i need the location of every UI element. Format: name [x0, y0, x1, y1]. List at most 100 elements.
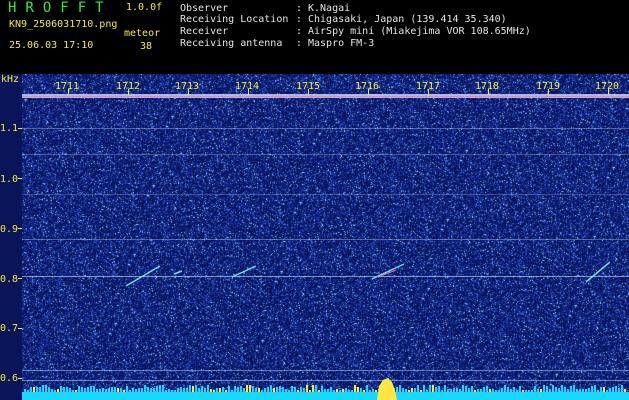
- signal-bar-spike: [315, 385, 317, 392]
- signal-bar-spike: [603, 387, 605, 392]
- y-tick-0-6: 0.6: [0, 373, 19, 384]
- receiver-value: AirSpy mini (Miakejima VOR 108.65MHz): [308, 26, 531, 37]
- signal-bar-spike: [33, 387, 35, 392]
- signal-bar-spike: [210, 389, 212, 392]
- horizontal-streak-6: [22, 380, 629, 381]
- signal-bar-spike: [342, 389, 344, 392]
- signal-bar-spike: [69, 388, 71, 392]
- signal-bar-spike: [114, 387, 116, 392]
- signal-bar-spike: [582, 389, 584, 392]
- signal-bar-spike: [609, 388, 611, 392]
- horizontal-streak-4: [22, 276, 629, 277]
- x-tick-1714: 1714: [235, 81, 260, 92]
- signal-bar-spike: [432, 385, 434, 392]
- y-tickmark-0: [18, 128, 22, 129]
- signal-bar-spike: [372, 389, 374, 392]
- signal-bar-spike: [402, 388, 404, 392]
- signal-bar-spike: [312, 385, 314, 392]
- timestamp-label: 25.06.03 17:10: [9, 40, 94, 51]
- signal-bar-spike: [363, 390, 365, 392]
- signal-bar-spike: [267, 387, 269, 392]
- x-tick-1719: 1719: [536, 81, 561, 92]
- signal-bar-spike: [516, 390, 518, 392]
- signal-bar-spike: [414, 388, 416, 392]
- signal-bar-spike: [351, 390, 353, 392]
- signal-bar-spike: [249, 385, 251, 392]
- signal-bar-spike: [90, 386, 92, 392]
- signal-bar-spike: [612, 387, 614, 392]
- signal-bar-spike: [462, 385, 464, 392]
- signal-bar-spike: [399, 385, 401, 392]
- signal-bar-spike: [561, 385, 563, 392]
- signal-bar-spike: [423, 385, 425, 392]
- signal-bar-spike: [606, 390, 608, 392]
- signal-bar-spike: [147, 387, 149, 392]
- signal-bar-spike: [360, 388, 362, 392]
- signal-bar-spike: [66, 387, 68, 392]
- signal-bar-spike: [57, 389, 59, 392]
- signal-bar-spike: [504, 385, 506, 392]
- signal-bar-spike: [474, 390, 476, 392]
- signal-bar-spike: [216, 388, 218, 392]
- signal-bar-spike: [396, 387, 398, 392]
- location-label: Receiving Location: [180, 14, 289, 25]
- signal-bar-spike: [303, 388, 305, 392]
- signal-bar-spike: [333, 390, 335, 392]
- signal-bar-spike: [588, 388, 590, 392]
- signal-bar-spike: [408, 390, 410, 392]
- signal-bar-spike: [369, 390, 371, 392]
- header-panel: HROFFT 1.0.0f KN9_2506031710.png meteor …: [0, 0, 629, 74]
- signal-bar-spike: [348, 390, 350, 392]
- signal-bar-spike: [300, 387, 302, 392]
- signal-bar-spike: [291, 386, 293, 392]
- signal-bar-spike: [597, 390, 599, 392]
- signal-bar-spike: [177, 388, 179, 392]
- signal-bar-spike: [552, 385, 554, 392]
- signal-bar-spike: [276, 387, 278, 392]
- signal-bar-spike: [141, 388, 143, 392]
- signal-bar-spike: [96, 389, 98, 392]
- signal-bar-spike: [189, 385, 191, 392]
- signal-bar-spike: [567, 389, 569, 392]
- signal-bar-spike: [447, 389, 449, 392]
- signal-bar-spike: [51, 389, 53, 392]
- signal-bar-spike: [183, 388, 185, 392]
- signal-bar-spike: [42, 385, 44, 392]
- signal-bar-spike: [426, 390, 428, 392]
- y-tickmark-2: [18, 228, 22, 229]
- signal-bar-spike: [573, 385, 575, 392]
- signal-bar-spike: [450, 389, 452, 392]
- signal-bar-spike: [153, 388, 155, 392]
- signal-bar-spike: [45, 385, 47, 392]
- signal-bar-spike: [108, 388, 110, 392]
- signal-bar-spike: [144, 385, 146, 392]
- signal-bar-spike: [510, 389, 512, 392]
- signal-bar-spike: [519, 386, 521, 392]
- signal-bar-spike: [288, 390, 290, 392]
- y-tick-1-1: 1.1: [0, 123, 19, 134]
- signal-bar-spike: [507, 387, 509, 392]
- signal-bar-spike: [375, 390, 377, 392]
- horizontal-streak-2: [22, 194, 629, 195]
- signal-bar-spike: [171, 390, 173, 392]
- signal-bar-spike: [186, 388, 188, 392]
- signal-bar-spike: [84, 388, 86, 392]
- signal-bar-spike: [270, 385, 272, 392]
- signal-bar-spike: [357, 387, 359, 392]
- signal-bar-spike: [564, 387, 566, 392]
- app-logo: HROFFT: [8, 0, 113, 16]
- receiver-colon: :: [296, 26, 303, 37]
- signal-bar-spike: [60, 386, 62, 392]
- signal-bar-spike: [330, 387, 332, 392]
- signal-bar-spike: [321, 386, 323, 392]
- signal-bar-spike: [570, 386, 572, 392]
- signal-bar-spike: [162, 385, 164, 392]
- signal-bar-spike: [618, 388, 620, 392]
- signal-bar-spike: [111, 387, 113, 392]
- x-tick-1715: 1715: [296, 81, 321, 92]
- signal-bar-spike: [261, 390, 263, 392]
- signal-bar-spike: [36, 387, 38, 392]
- y-tickmark-3: [18, 278, 22, 279]
- horizontal-streak-5: [22, 370, 629, 371]
- signal-bar-spike: [585, 389, 587, 392]
